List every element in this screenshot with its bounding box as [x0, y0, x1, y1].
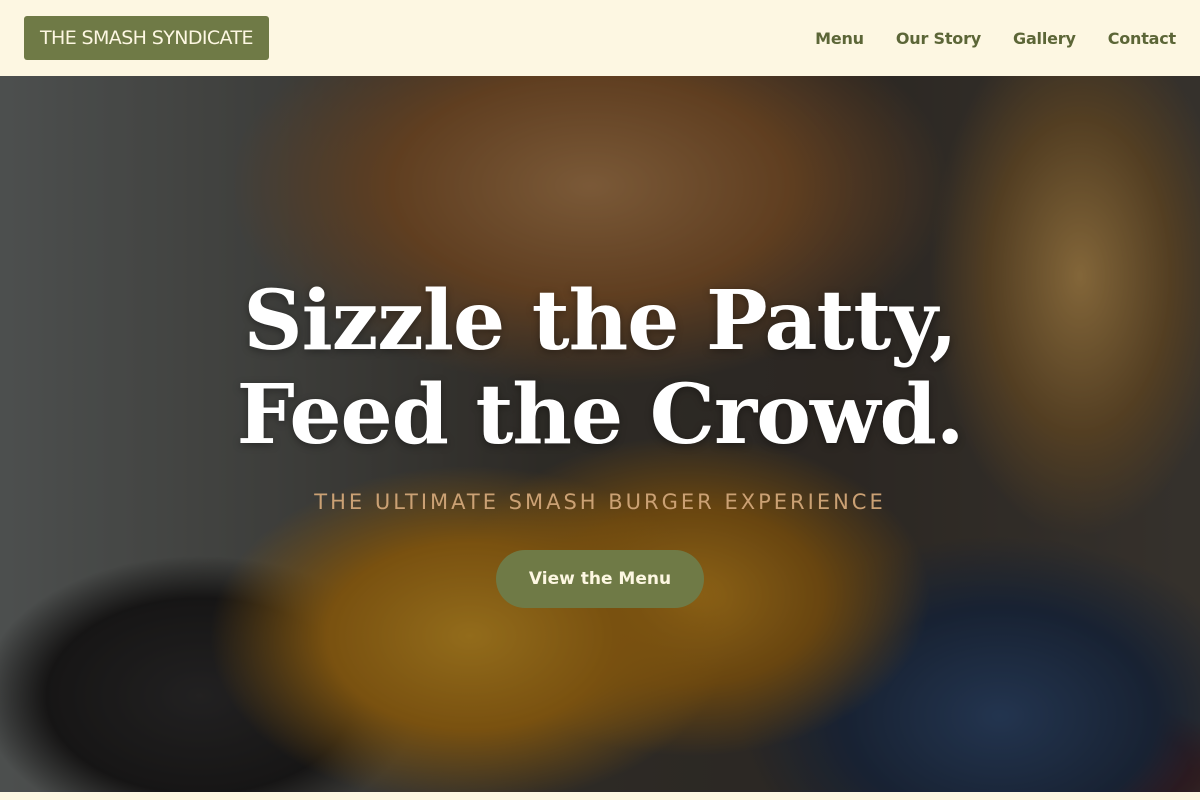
- site-header: THE SMASH SYNDICATE Menu Our Story Galle…: [0, 0, 1200, 76]
- hero-title-line-2: Feed the Crowd.: [236, 367, 965, 463]
- main-nav: Menu Our Story Gallery Contact: [815, 29, 1176, 48]
- hero-title: Sizzle the Patty, Feed the Crowd.: [236, 273, 965, 463]
- nav-link-contact[interactable]: Contact: [1108, 29, 1177, 48]
- hero-section: Sizzle the Patty, Feed the Crowd. THE UL…: [0, 76, 1200, 796]
- site-logo[interactable]: THE SMASH SYNDICATE: [24, 16, 269, 60]
- nav-link-our-story[interactable]: Our Story: [896, 29, 981, 48]
- hero-subtitle: THE ULTIMATE SMASH BURGER EXPERIENCE: [314, 490, 886, 514]
- view-menu-button[interactable]: View the Menu: [496, 550, 704, 608]
- hero-title-line-1: Sizzle the Patty,: [243, 273, 957, 369]
- hero-bottom-divider: [0, 792, 1200, 796]
- nav-link-gallery[interactable]: Gallery: [1013, 29, 1076, 48]
- hero-content: Sizzle the Patty, Feed the Crowd. THE UL…: [0, 76, 1200, 796]
- nav-link-menu[interactable]: Menu: [815, 29, 864, 48]
